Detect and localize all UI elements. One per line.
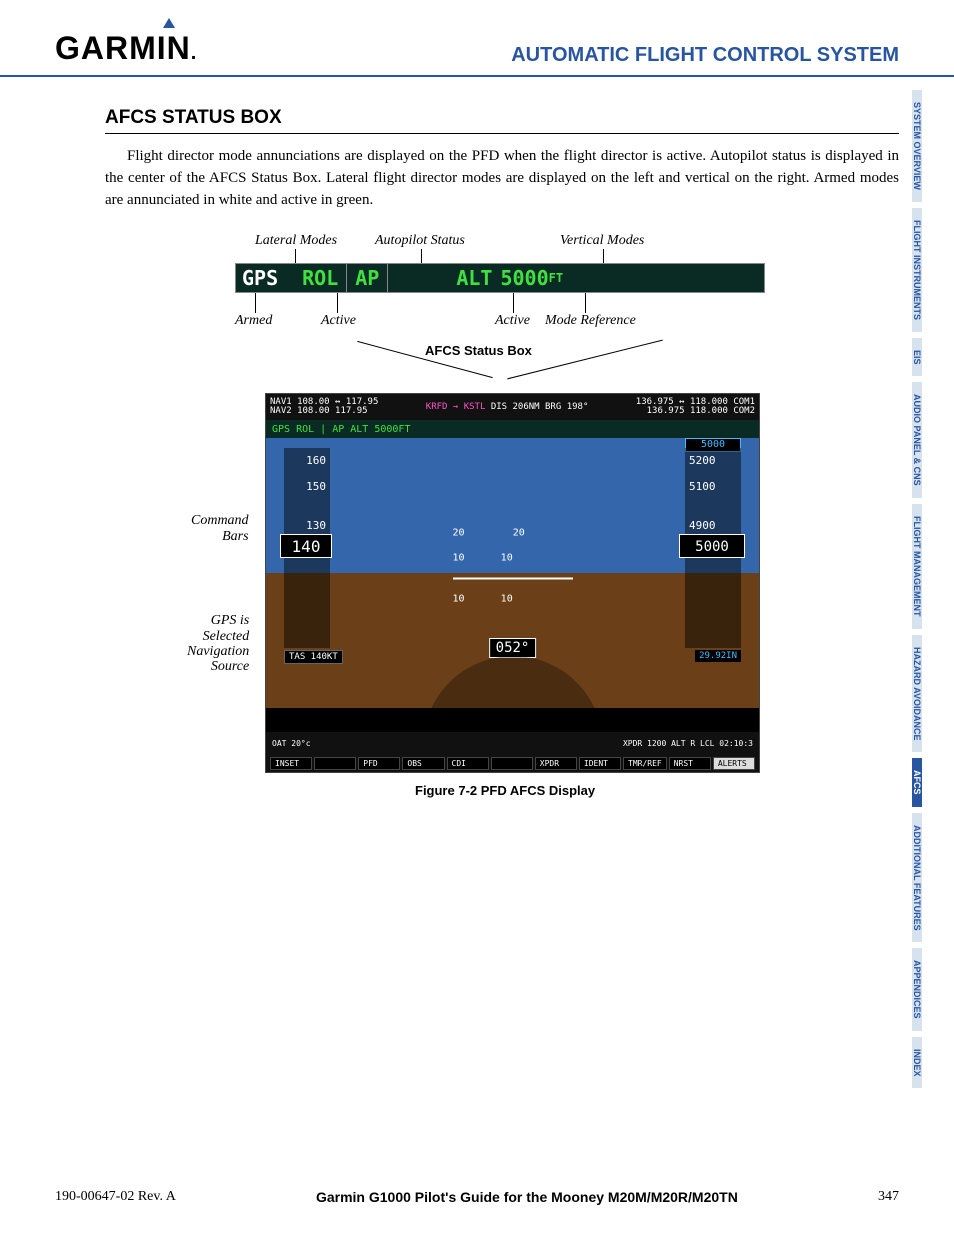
tab-eis[interactable]: EIS [912, 338, 922, 377]
callout-line [421, 249, 422, 263]
doc-number: 190-00647-02 Rev. A [55, 1189, 176, 1205]
heading-box: 052° [489, 638, 537, 658]
annot-autopilot: Autopilot Status [375, 233, 465, 248]
softkey-inset: INSET [270, 757, 312, 770]
callout-line [513, 293, 514, 313]
annot-vertical: Vertical Modes [560, 233, 644, 248]
tab-audio-panel-cns[interactable]: AUDIO PANEL & CNS [912, 382, 922, 498]
airspeed-box: 140 [280, 534, 332, 558]
page-number: 347 [878, 1189, 899, 1205]
pfd-dis: DIS 206NM [491, 402, 540, 412]
annot-active1: Active [321, 313, 356, 328]
tab-index[interactable]: INDEX [912, 1037, 922, 1089]
tab-flight-management[interactable]: FLIGHT MANAGEMENT [912, 504, 922, 629]
pfd-nav2: NAV2 108.00 117.95 [270, 407, 378, 416]
oat-label: OAT 20°c [272, 739, 311, 748]
figure-area: Lateral Modes Autopilot Status Vertical … [105, 223, 899, 783]
section-title: AUTOMATIC FLIGHT CONTROL SYSTEM [511, 44, 899, 67]
tab-appendices[interactable]: APPENDICES [912, 948, 922, 1031]
annot-gps-nav: GPS is Selected Navigation Source [187, 613, 249, 675]
doc-title: Garmin G1000 Pilot's Guide for the Moone… [316, 1189, 738, 1205]
caption-status-box: AFCS Status Box [425, 343, 532, 358]
pfd-com2: 136.975 118.000 COM2 [636, 407, 755, 416]
garmin-logo: GARMIN. [55, 30, 197, 67]
pfd-wpt: KRFD → KSTL [426, 402, 486, 412]
sb-val: 5000 [500, 266, 548, 290]
tab-flight-instruments[interactable]: FLIGHT INSTRUMENTS [912, 208, 922, 332]
softkey-alerts: ALERTS [713, 757, 755, 770]
baro-setting: 29.92IN [695, 650, 741, 662]
sb-rol: ROL [294, 266, 346, 290]
tab-afcs[interactable]: AFCS [912, 758, 922, 807]
pitch-ladder: 20 20 10 10 10 10 [453, 528, 573, 619]
annot-armed: Armed [235, 313, 272, 328]
callout-line [603, 249, 604, 263]
callout-line [337, 293, 338, 313]
tab-system-overview[interactable]: SYSTEM OVERVIEW [912, 90, 922, 202]
tab-hazard-avoidance[interactable]: HAZARD AVOIDANCE [912, 635, 922, 753]
pfd-status-bar: GPS ROL | AP ALT 5000FT [266, 420, 759, 438]
annot-lateral: Lateral Modes [255, 233, 337, 248]
tas-label: TAS 140KT [284, 650, 343, 664]
annot-moderef: Mode Reference [545, 313, 636, 328]
annot-active2: Active [495, 313, 530, 328]
callout-line [295, 249, 296, 263]
pfd-display: NAV1 108.00 ↔ 117.95NAV2 108.00 117.95 K… [265, 393, 760, 773]
pfd-brg: BRG 198° [545, 402, 588, 412]
pfd-adi: 160 150 130 120 140 TAS 140KT 5000 5200 … [266, 438, 759, 708]
xpdr-label: XPDR 1200 ALT R LCL 02:10:3 [623, 739, 753, 748]
softkey-nrst: NRST [669, 757, 711, 770]
pfd-top-bar: NAV1 108.00 ↔ 117.95NAV2 108.00 117.95 K… [266, 394, 759, 420]
softkey-tmr/ref: TMR/REF [623, 757, 667, 770]
sb-gps: GPS [236, 266, 284, 290]
softkey-ident: IDENT [579, 757, 621, 770]
softkey-xpdr: XPDR [535, 757, 577, 770]
afcs-status-bar: GPS ROL AP ALT 5000 FT [235, 263, 765, 293]
softkey-obs: OBS [402, 757, 444, 770]
softkey-pfd: PFD [358, 757, 400, 770]
softkey-blank [491, 757, 533, 770]
logo-triangle-icon [163, 18, 175, 28]
body-paragraph: Flight director mode annunciations are d… [105, 146, 899, 211]
tab-additional-features[interactable]: ADDITIONAL FEATURES [912, 813, 922, 943]
sb-alt: ALT [448, 266, 500, 290]
sb-unit: FT [549, 271, 563, 285]
heading-afcs-status-box: AFCS STATUS BOX [105, 107, 899, 134]
softkey-cdi: CDI [447, 757, 489, 770]
callout-line [585, 293, 586, 313]
softkey-blank [314, 757, 356, 770]
annot-command-bars: Command Bars [191, 513, 249, 544]
logo-text: GARMIN [55, 30, 191, 66]
page-footer: 190-00647-02 Rev. A Garmin G1000 Pilot's… [55, 1189, 899, 1205]
callout-line [255, 293, 256, 313]
figure-caption: Figure 7-2 PFD AFCS Display [415, 783, 595, 798]
altitude-box: 5000 [679, 534, 745, 558]
chapter-tabs: SYSTEM OVERVIEW FLIGHT INSTRUMENTS EIS AUDI… [912, 90, 954, 1094]
sb-ap: AP [347, 266, 387, 290]
pfd-bottom-bar: OAT 20°c XPDR 1200 ALT R LCL 02:10:3 INS… [266, 732, 759, 772]
